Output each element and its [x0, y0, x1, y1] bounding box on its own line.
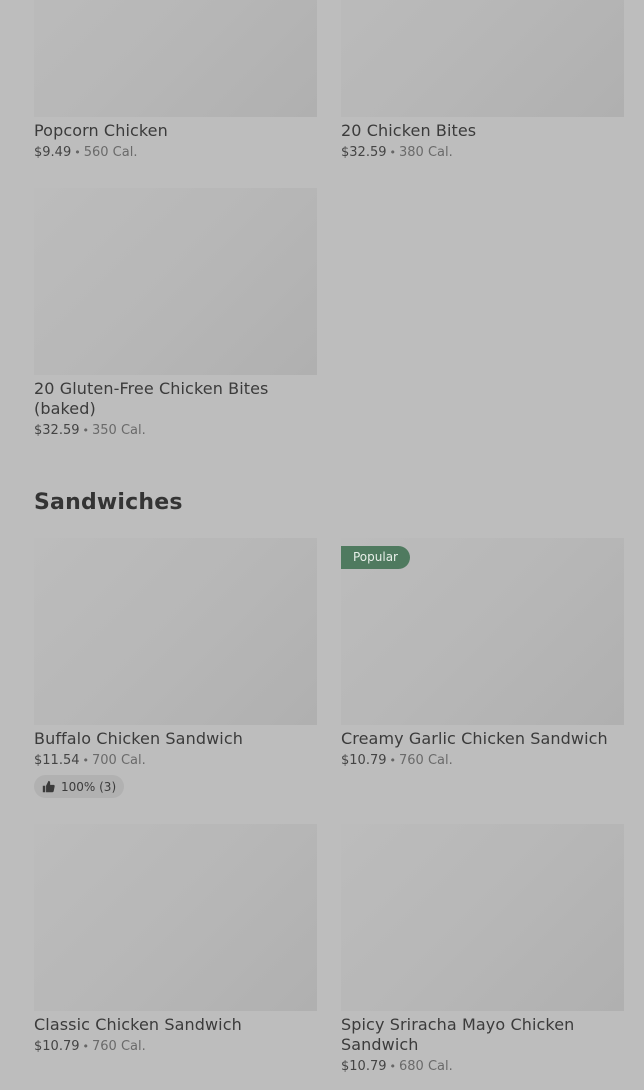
menu-item-20-chicken-bites[interactable]: 20 Chicken Bites $32.59 • 380 Cal.	[341, 0, 624, 161]
item-price: $32.59	[341, 145, 387, 160]
item-price: $11.54	[34, 753, 80, 768]
thumbs-up-icon	[42, 780, 55, 793]
item-name: 20 Gluten-Free Chicken Bites (baked)	[34, 379, 269, 418]
item-calories: 700 Cal.	[92, 753, 146, 768]
item-image	[34, 188, 317, 375]
separator: •	[389, 146, 397, 159]
item-calories: 760 Cal.	[92, 1039, 146, 1054]
item-price: $10.79	[341, 753, 387, 768]
item-name: Spicy Sriracha Mayo Chicken Sandwich	[341, 1015, 575, 1054]
item-meta: $32.59 • 350 Cal.	[34, 423, 317, 439]
item-meta: $9.49 • 560 Cal.	[34, 145, 317, 161]
separator: •	[82, 754, 90, 767]
menu-item-classic-chicken-sandwich[interactable]: Classic Chicken Sandwich $10.79 • 760 Cal.	[34, 824, 317, 1055]
item-image	[341, 824, 624, 1011]
separator: •	[74, 146, 81, 159]
section-title-sandwiches: Sandwiches	[34, 490, 183, 515]
item-meta: $10.79 • 760 Cal.	[34, 1039, 317, 1055]
item-name: 20 Chicken Bites	[341, 121, 477, 140]
item-price: $10.79	[34, 1039, 80, 1054]
rating-text: 100% (3)	[61, 779, 117, 794]
item-price: $10.79	[341, 1059, 387, 1074]
item-meta: $10.79 • 680 Cal.	[341, 1059, 624, 1075]
separator: •	[82, 1040, 90, 1053]
item-calories: 560 Cal.	[83, 145, 138, 160]
item-name: Classic Chicken Sandwich	[34, 1015, 242, 1034]
menu-item-popcorn-chicken[interactable]: Popcorn Chicken $9.49 • 560 Cal.	[34, 0, 317, 161]
item-name: Creamy Garlic Chicken Sandwich	[341, 729, 608, 748]
item-calories: 350 Cal.	[92, 423, 146, 438]
menu-page: Popcorn Chicken $9.49 • 560 Cal. 20 Chicke…	[0, 0, 644, 1090]
item-calories: 680 Cal.	[399, 1059, 453, 1074]
item-image	[34, 538, 317, 725]
item-image	[341, 0, 624, 117]
popular-badge: Popular	[341, 546, 410, 569]
separator: •	[389, 754, 397, 767]
item-calories: 760 Cal.	[399, 753, 453, 768]
item-name: Buffalo Chicken Sandwich	[34, 729, 243, 748]
menu-item-spicy-sriracha-mayo-chicken-sandwich[interactable]: Spicy Sriracha Mayo Chicken Sandwich $10…	[341, 824, 624, 1075]
item-meta: $10.79 • 760 Cal.	[341, 753, 624, 769]
item-image	[34, 0, 317, 117]
item-price: $9.49	[34, 145, 72, 160]
item-meta: $32.59 • 380 Cal.	[341, 145, 624, 161]
separator: •	[389, 1060, 397, 1073]
separator: •	[82, 424, 90, 437]
item-name: Popcorn Chicken	[34, 121, 168, 140]
item-meta: $11.54 • 700 Cal.	[34, 753, 317, 769]
item-image: Popular	[341, 538, 624, 725]
item-price: $32.59	[34, 423, 80, 438]
menu-item-creamy-garlic-chicken-sandwich[interactable]: Popular Creamy Garlic Chicken Sandwich $…	[341, 538, 624, 769]
item-image	[34, 824, 317, 1011]
menu-item-gluten-free-chicken-bites[interactable]: 20 Gluten-Free Chicken Bites (baked) $32…	[34, 188, 317, 439]
rating-badge: 100% (3)	[34, 775, 125, 798]
item-calories: 380 Cal.	[399, 145, 453, 160]
menu-item-buffalo-chicken-sandwich[interactable]: Buffalo Chicken Sandwich $11.54 • 700 Cal.…	[34, 538, 317, 798]
